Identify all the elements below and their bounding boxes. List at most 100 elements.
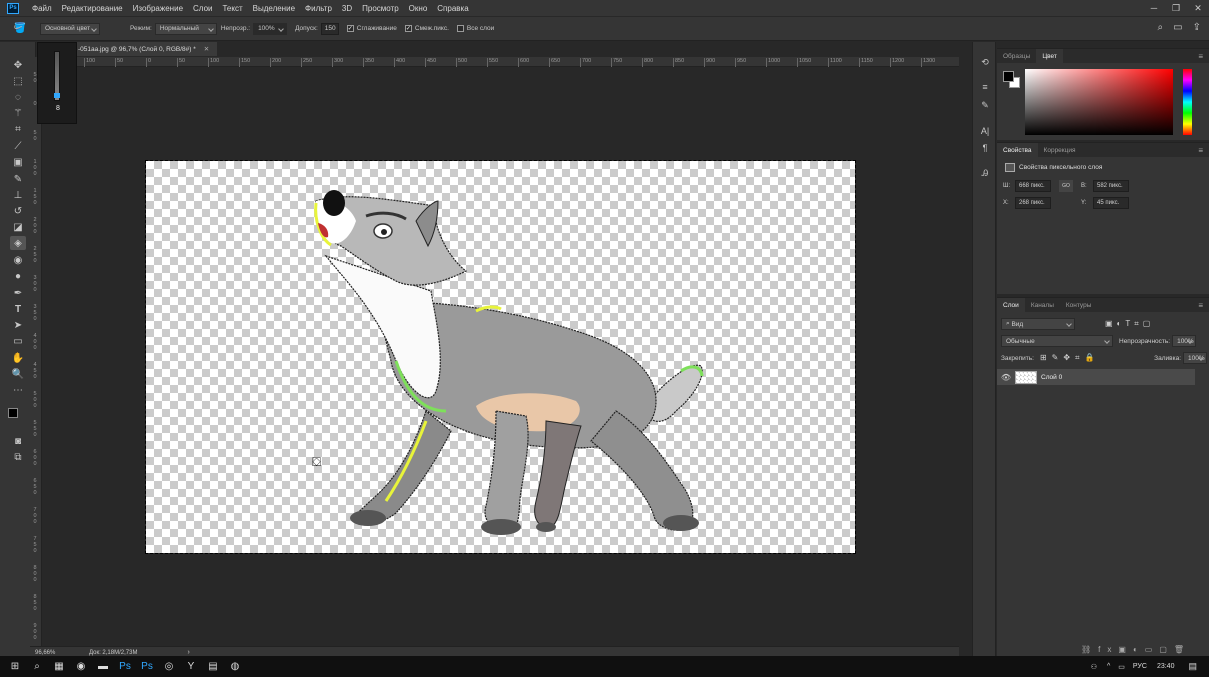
healing-tool-icon[interactable]: ▣	[10, 155, 26, 169]
contiguous-option[interactable]: ✓ Смеж.пикс.	[404, 25, 449, 32]
language-indicator[interactable]: РУС	[1133, 663, 1147, 670]
paint-bucket-tool-icon[interactable]: ◈	[10, 236, 26, 250]
layer-actions[interactable]: ⛓fx▣◐▭▢🗑	[1081, 645, 1191, 654]
photoshop-taskbar-icon-2[interactable]: Ps	[136, 656, 158, 677]
glyphs-panel-icon[interactable]: Ꭿ	[977, 166, 993, 180]
layer-opacity-select[interactable]: 100%	[1172, 335, 1197, 347]
eraser-tool-icon[interactable]: ◪	[10, 220, 26, 234]
tab-paths[interactable]: Контуры	[1060, 298, 1098, 312]
file-explorer-icon[interactable]: ▬	[92, 656, 114, 677]
people-icon[interactable]: ⚇	[1091, 663, 1097, 671]
layer-filter-select[interactable]: ⌕ Вид	[1001, 318, 1075, 330]
color-picker-field[interactable]	[1025, 69, 1173, 135]
status-arrow-icon[interactable]: ›	[187, 649, 189, 656]
yandex-icon[interactable]: Y	[180, 656, 202, 677]
all-layers-option[interactable]: Все слои	[456, 25, 494, 32]
layer-name[interactable]: Слой 0	[1041, 374, 1062, 381]
layer-row[interactable]: 👁 Слой 0	[997, 369, 1195, 385]
menu-layers[interactable]: Слои	[188, 4, 217, 13]
brush-settings-icon[interactable]: ✎	[977, 98, 993, 112]
quick-mask-icon[interactable]: ◙	[10, 434, 26, 448]
type-tool-icon[interactable]: T	[10, 302, 26, 316]
fg-color-swatch[interactable]	[1003, 71, 1014, 82]
notifications-icon[interactable]: ▤	[1188, 661, 1197, 672]
panel-menu-icon[interactable]: ≡	[1198, 301, 1203, 310]
menu-view[interactable]: Просмотр	[357, 4, 404, 13]
paint-bucket-tool-preset-icon[interactable]: 🪣	[0, 23, 40, 34]
menu-select[interactable]: Выделение	[248, 4, 300, 13]
close-tab-icon[interactable]: ✕	[204, 45, 209, 53]
tray-chevron-icon[interactable]: ^	[1107, 663, 1110, 670]
tolerance-input[interactable]: 150	[320, 22, 339, 35]
lasso-tool-icon[interactable]: ◌	[10, 90, 26, 104]
shape-tool-icon[interactable]: ▭	[10, 334, 26, 348]
history-brush-tool-icon[interactable]: ↺	[10, 204, 26, 218]
photoshop-taskbar-icon[interactable]: Ps	[114, 656, 136, 677]
path-selection-tool-icon[interactable]: ➤	[10, 318, 26, 332]
task-view-icon[interactable]: ▦	[48, 656, 70, 677]
tab-swatches[interactable]: Образцы	[997, 49, 1036, 63]
clock[interactable]: 23:40	[1157, 663, 1175, 670]
network-icon[interactable]: ▭	[1118, 663, 1125, 671]
foreground-color-swatch[interactable]	[8, 408, 18, 418]
menu-3d[interactable]: 3D	[337, 4, 357, 13]
tab-layers[interactable]: Слои	[997, 298, 1025, 312]
restore-icon[interactable]: ❐	[1165, 0, 1187, 16]
move-tool-icon[interactable]: ✥	[10, 58, 26, 72]
firefox-icon[interactable]: ◍	[224, 656, 246, 677]
character-panel-icon[interactable]: A|	[977, 124, 993, 138]
opacity-select[interactable]: 100%	[253, 22, 288, 35]
tab-properties[interactable]: Свойства	[997, 143, 1038, 157]
app-icon[interactable]: ◉	[70, 656, 92, 677]
y-input[interactable]: 45 пикс.	[1093, 197, 1129, 209]
close-icon[interactable]: ✕	[1187, 0, 1209, 16]
minimize-icon[interactable]: ─	[1143, 0, 1165, 16]
tab-channels[interactable]: Каналы	[1025, 298, 1060, 312]
pen-tool-icon[interactable]: ✒	[10, 286, 26, 300]
fill-source-select[interactable]: Основной цвет	[40, 22, 100, 35]
blur-tool-icon[interactable]: ◉	[10, 253, 26, 267]
tab-color[interactable]: Цвет	[1036, 49, 1063, 63]
all-layers-checkbox[interactable]	[456, 25, 464, 32]
contiguous-checkbox[interactable]: ✓	[404, 25, 412, 32]
menu-window[interactable]: Окно	[404, 4, 433, 13]
menu-edit[interactable]: Редактирование	[57, 4, 128, 13]
menu-image[interactable]: Изображение	[128, 4, 188, 13]
workspace-icon[interactable]: ▭	[1173, 22, 1182, 33]
width-input[interactable]: 668 пикс.	[1015, 180, 1051, 192]
hue-slider[interactable]	[1183, 69, 1192, 135]
link-dimensions-button[interactable]: GO	[1059, 180, 1073, 192]
crop-tool-icon[interactable]: ⌗	[10, 122, 26, 136]
menu-filter[interactable]: Фильтр	[300, 4, 337, 13]
magic-wand-tool-icon[interactable]: ⚚	[10, 106, 26, 120]
brush-tool-icon[interactable]: ✎	[10, 172, 26, 186]
document-canvas[interactable]	[145, 160, 856, 554]
marquee-tool-icon[interactable]: ⬚	[10, 74, 26, 88]
blend-mode-select[interactable]: Обычные	[1001, 335, 1113, 347]
layer-filter-icons[interactable]: ▣◐T⌗▢	[1105, 319, 1154, 329]
antialias-option[interactable]: ✓ Сглаживание	[346, 25, 397, 32]
mode-select[interactable]: Нормальный	[154, 22, 217, 35]
screen-mode-icon[interactable]: ⧉	[10, 450, 26, 464]
chrome-icon[interactable]: ◎	[158, 656, 180, 677]
menu-help[interactable]: Справка	[432, 4, 473, 13]
search-icon[interactable]: ⌕	[1158, 22, 1164, 33]
zoom-level[interactable]: 96,66%	[35, 650, 79, 656]
panel-menu-icon[interactable]: ≡	[1198, 52, 1203, 61]
panel-menu-icon[interactable]: ≡	[1198, 146, 1203, 155]
eyedropper-tool-icon[interactable]: ⟋	[10, 139, 26, 153]
visibility-eye-icon[interactable]: 👁	[997, 373, 1015, 382]
zoom-tool-icon[interactable]: 🔍	[10, 367, 26, 381]
share-icon[interactable]: ⇪	[1193, 22, 1201, 33]
taskbar-search-icon[interactable]: ⌕	[26, 656, 48, 677]
tab-adjustments[interactable]: Коррекция	[1038, 143, 1082, 157]
stamp-tool-icon[interactable]: ⊥	[10, 188, 26, 202]
dodge-tool-icon[interactable]: ●	[10, 269, 26, 283]
history-panel-icon[interactable]: ⟲	[977, 55, 993, 69]
hand-tool-icon[interactable]: ✋	[10, 351, 26, 365]
paragraph-panel-icon[interactable]: ¶	[977, 141, 993, 155]
windows-start-icon[interactable]: ⊞	[4, 656, 26, 677]
lock-icons[interactable]: ⊞✎✥⌗🔒	[1040, 353, 1100, 363]
more-tools-icon[interactable]: ⋯	[10, 383, 26, 397]
antialias-checkbox[interactable]: ✓	[346, 25, 354, 32]
